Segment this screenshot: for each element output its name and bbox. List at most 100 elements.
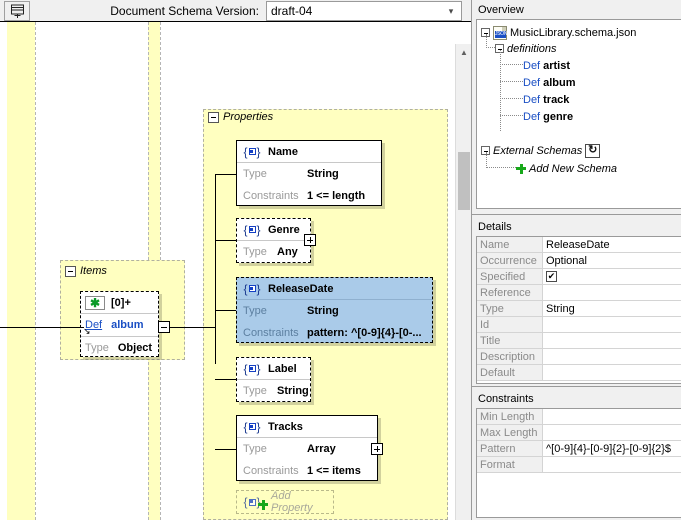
details-row-occurrence[interactable]: Occurrence Optional [477, 253, 681, 269]
row-value[interactable]: ✔ [543, 269, 681, 284]
row-label: Type [243, 168, 307, 180]
tree-guide [500, 115, 523, 116]
row-value[interactable] [543, 425, 681, 440]
def-keyword: Def [523, 111, 540, 123]
row-value: Any [277, 246, 298, 258]
schema-version-dropdown[interactable]: draft-04 ▾ [266, 1, 462, 21]
row-value: 1 <= items [307, 465, 361, 477]
collapse-icon[interactable] [208, 112, 219, 123]
details-grid[interactable]: Name ReleaseDate Occurrence Optional Spe… [476, 236, 681, 384]
add-property-label: Add Property [271, 490, 333, 514]
details-row-specified[interactable]: Specified ✔ [477, 269, 681, 285]
tree-guide [500, 98, 523, 99]
row-value[interactable]: String [543, 301, 681, 316]
row-value[interactable] [543, 333, 681, 348]
tree-row-def-genre[interactable]: Def genre [523, 108, 573, 125]
genre-expand-toggle[interactable] [304, 234, 316, 246]
tree-guide [500, 50, 501, 131]
album-type-label: Type [85, 342, 109, 354]
row-value[interactable]: Optional [543, 253, 681, 268]
node-title: {} Genre [237, 219, 310, 241]
green-plus-icon [258, 500, 268, 510]
row-key: Default [477, 365, 543, 380]
reference-arrow-icon: ↘ [83, 327, 91, 335]
album-collapse-toggle[interactable] [158, 321, 170, 333]
row-key: Id [477, 317, 543, 332]
tree-row-add-new-schema[interactable]: Add New Schema [516, 160, 617, 177]
constraints-row-format[interactable]: Format [477, 457, 681, 473]
scroll-up-icon[interactable]: ▲ [456, 44, 471, 60]
property-node-label[interactable]: {} Label Type String [236, 357, 311, 402]
constraints-row-min-length[interactable]: Min Length [477, 409, 681, 425]
row-value: String [307, 168, 339, 180]
constraints-row-max-length[interactable]: Max Length [477, 425, 681, 441]
row-key: Pattern [477, 441, 543, 456]
def-name: genre [543, 111, 573, 123]
tree-row-definitions[interactable]: definitions [495, 40, 557, 57]
property-node-genre[interactable]: {} Genre Type Any [236, 218, 311, 263]
row-value[interactable] [543, 349, 681, 364]
details-row-id[interactable]: Id [477, 317, 681, 333]
tree-row-root[interactable]: JSON MusicLibrary.schema.json [481, 24, 636, 41]
row-value[interactable] [543, 457, 681, 472]
overview-tree[interactable]: JSON MusicLibrary.schema.json definition… [476, 19, 681, 209]
tracks-expand-toggle[interactable] [371, 443, 383, 455]
property-node-name[interactable]: {} Name Type String Constraints 1 <= len… [236, 140, 382, 206]
refresh-icon[interactable]: ↻ [585, 144, 600, 158]
diagram-vertical-scrollbar[interactable]: ▲ [455, 44, 471, 520]
tree-row-def-track[interactable]: Def track [523, 91, 569, 108]
details-row-name[interactable]: Name ReleaseDate [477, 237, 681, 253]
green-plus-icon [516, 164, 526, 174]
album-node-type-row: Type Object [81, 336, 158, 358]
schema-diagram-canvas[interactable]: Properties Items ✱ [0]+ Def album ↘ [0, 22, 455, 520]
root-label: MusicLibrary.schema.json [510, 27, 636, 39]
details-row-description[interactable]: Description [477, 349, 681, 365]
row-value[interactable]: ^[0-9]{4}-[0-9]{2}-[0-9]{2}$ [543, 441, 681, 456]
row-value[interactable]: ReleaseDate [543, 237, 681, 252]
items-group-header[interactable]: Items [65, 265, 107, 277]
row-value[interactable] [543, 285, 681, 300]
constraints-panel-title: Constraints [472, 389, 681, 408]
details-row-reference[interactable]: Reference [477, 285, 681, 301]
schema-diagram-panel[interactable]: Properties Items ✱ [0]+ Def album ↘ [0, 22, 471, 520]
row-label: Type [243, 385, 277, 397]
tree-row-def-album[interactable]: Def album [523, 74, 576, 91]
album-node[interactable]: ✱ [0]+ Def album ↘ Type Object [80, 291, 159, 357]
specified-checkbox[interactable]: ✔ [546, 271, 557, 282]
left-gutter-band [7, 22, 35, 520]
object-property-icon: {} [243, 420, 261, 433]
property-node-releasedate[interactable]: {} ReleaseDate Type String Constraints p… [236, 277, 433, 343]
constraints-grid[interactable]: Min Length Max Length Pattern ^[0-9]{4}-… [476, 408, 681, 518]
constraints-row-pattern[interactable]: Pattern ^[0-9]{4}-[0-9]{2}-[0-9]{2}$ [477, 441, 681, 457]
object-property-icon: {} [243, 282, 261, 295]
details-row-default[interactable]: Default [477, 365, 681, 381]
add-property-button[interactable]: {} Add Property [236, 490, 334, 514]
tree-guide [486, 152, 487, 168]
row-value[interactable] [543, 365, 681, 380]
tree-guide [486, 47, 495, 48]
property-node-tracks[interactable]: {} Tracks Type Array Constraints 1 <= it… [236, 415, 378, 481]
schema-grid-icon[interactable] [4, 1, 30, 21]
connector-branch [215, 174, 236, 175]
row-value[interactable] [543, 317, 681, 332]
scrollbar-thumb[interactable] [458, 152, 470, 210]
row-value[interactable] [543, 409, 681, 424]
json-file-icon: JSON [493, 26, 507, 40]
tree-guide [486, 34, 487, 48]
schema-version-label: Document Schema Version: [34, 0, 264, 21]
connector-line [0, 327, 84, 328]
tree-row-external-schemas[interactable]: External Schemas ↻ [481, 142, 600, 159]
properties-group-header[interactable]: Properties [208, 111, 273, 123]
node-row: Type Array [237, 438, 377, 460]
node-name: Genre [268, 224, 300, 236]
row-key: Specified [477, 269, 543, 284]
collapse-icon[interactable] [65, 266, 76, 277]
details-row-type[interactable]: Type String [477, 301, 681, 317]
connector-trunk [215, 174, 216, 364]
row-key: Description [477, 349, 543, 364]
row-key: Name [477, 237, 543, 252]
album-occurrence: [0]+ [111, 297, 131, 309]
details-row-title[interactable]: Title [477, 333, 681, 349]
def-keyword: Def [523, 77, 540, 89]
tree-row-def-artist[interactable]: Def artist [523, 57, 570, 74]
